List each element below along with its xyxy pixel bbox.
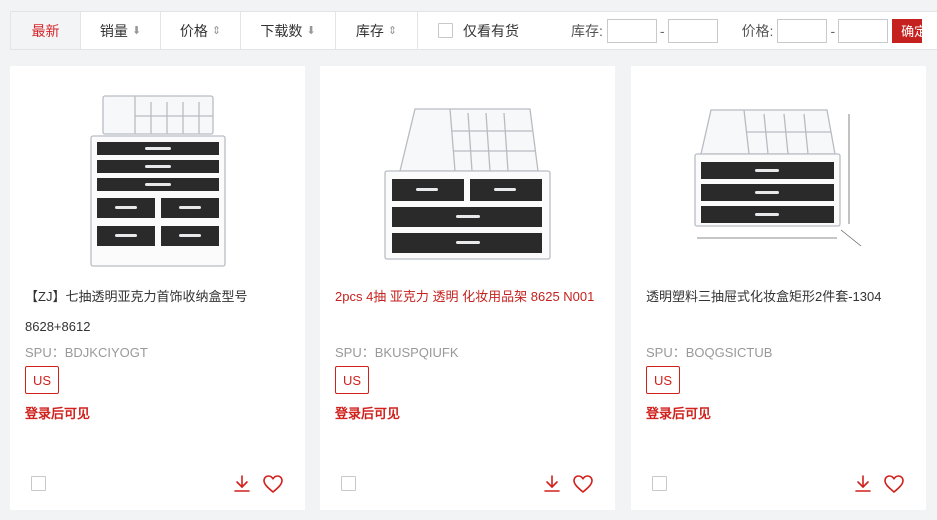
product-title[interactable]: 2pcs 4抽 亚克力 透明 化妆用品架 8625 N001: [335, 282, 605, 312]
sort-tab-latest[interactable]: 最新: [11, 12, 81, 49]
product-title[interactable]: 【ZJ】七抽透明亚克力首饰收纳盒型号8628+8612: [25, 282, 295, 342]
confirm-button[interactable]: 确定: [892, 18, 923, 43]
in-stock-checkbox[interactable]: [438, 23, 453, 38]
sort-tab-label: 价格: [179, 22, 208, 39]
sort-tab-stock[interactable]: 库存 ⇕: [336, 12, 418, 49]
download-icon[interactable]: [853, 474, 873, 494]
product-image-organizer-4-drawer: [384, 108, 551, 260]
sort-tab-label: 库存: [355, 22, 384, 39]
sort-tab-price[interactable]: 价格 ⇕: [161, 12, 241, 49]
favorite-heart-icon[interactable]: [262, 474, 284, 494]
stock-max-input[interactable]: [667, 18, 718, 43]
stock-range-label: 库存:: [571, 22, 603, 39]
download-icon[interactable]: [232, 474, 252, 494]
price-login-notice: 登录后可见: [646, 406, 712, 421]
region-badge: US: [646, 366, 681, 394]
product-spu: SPU：BKUSPQIUFK: [335, 345, 459, 360]
product-image[interactable]: [55, 86, 260, 276]
select-checkbox[interactable]: [341, 476, 356, 491]
sort-tab-label: 最新: [31, 22, 60, 39]
region-badge: US: [25, 366, 60, 394]
select-checkbox[interactable]: [31, 476, 46, 491]
product-title[interactable]: 透明塑料三抽屉式化妆盒矩形2件套-1304: [646, 282, 916, 312]
price-range-label: 价格:: [741, 22, 774, 39]
favorite-heart-icon[interactable]: [572, 474, 594, 494]
range-dash: -: [659, 22, 665, 39]
in-stock-filter: 仅看有货: [438, 12, 519, 49]
region-badge: US: [335, 366, 370, 394]
price-login-notice: 登录后可见: [25, 406, 91, 421]
price-range-filter: 价格: - 确定: [742, 12, 923, 49]
top-strip: [0, 0, 937, 10]
price-max-input[interactable]: [838, 18, 889, 43]
sort-updown-icon: ⇕: [211, 25, 222, 37]
sort-filter-bar: 最新 销量 ⬇ 价格 ⇕ 下载数 ⬇ 库存 ⇕ 仅看有货 库存: - 价格: -…: [10, 11, 937, 50]
sort-tab-label: 销量: [99, 22, 128, 39]
product-image[interactable]: [676, 86, 881, 276]
product-card[interactable]: 2pcs 4抽 亚克力 透明 化妆用品架 8625 N001 SPU：BKUSP…: [320, 66, 615, 510]
sort-updown-icon: ⇕: [387, 25, 398, 37]
product-image-organizer-3-drawer: [693, 109, 861, 247]
sort-down-icon: ⬇: [306, 25, 316, 37]
price-min-input[interactable]: [777, 18, 828, 43]
sort-down-icon: ⬇: [131, 25, 142, 37]
price-login-notice: 登录后可见: [335, 406, 401, 421]
range-dash: -: [830, 22, 836, 39]
favorite-heart-icon[interactable]: [883, 474, 905, 494]
stock-range-filter: 库存: -: [571, 12, 718, 49]
product-spu: SPU：BDJKCIYOGT: [25, 345, 148, 360]
sort-tab-label: 下载数: [260, 22, 303, 39]
in-stock-label: 仅看有货: [463, 22, 519, 39]
product-card[interactable]: 【ZJ】七抽透明亚克力首饰收纳盒型号8628+8612 SPU：BDJKCIYO…: [10, 66, 305, 510]
product-spu: SPU：BOQGSICTUB: [646, 345, 773, 360]
product-image-organizer-7-drawer: [89, 94, 226, 267]
sort-tab-downloads[interactable]: 下载数 ⬇: [241, 12, 336, 49]
product-image[interactable]: [365, 86, 570, 276]
stock-min-input[interactable]: [606, 18, 657, 43]
product-card[interactable]: 透明塑料三抽屉式化妆盒矩形2件套-1304 SPU：BOQGSICTUB US …: [631, 66, 926, 510]
download-icon[interactable]: [542, 474, 562, 494]
sort-tab-sales[interactable]: 销量 ⬇: [81, 12, 161, 49]
select-checkbox[interactable]: [652, 476, 667, 491]
